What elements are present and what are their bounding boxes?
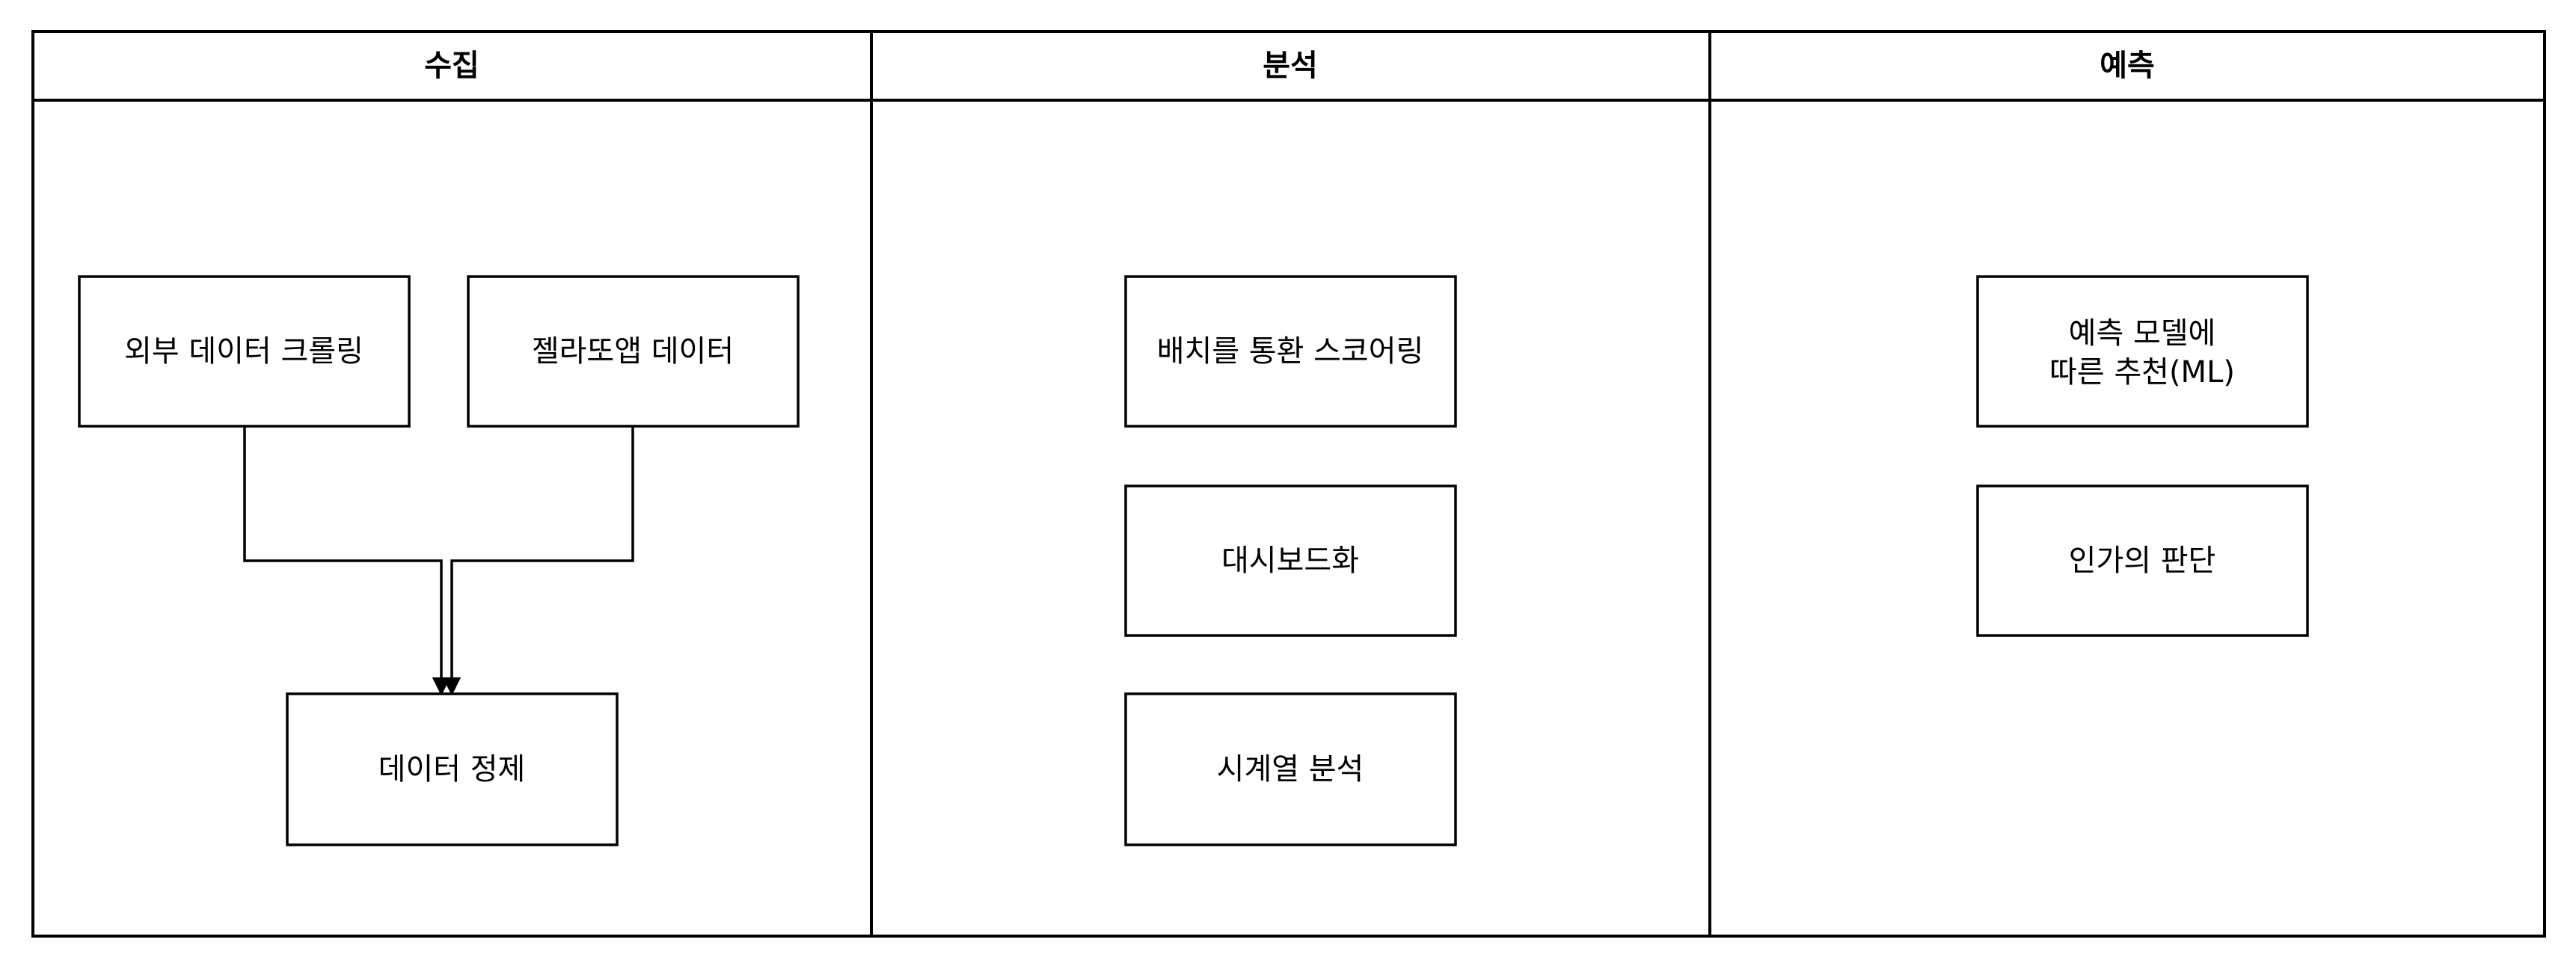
box-zelatoapp-data-label: 젤라또앱 데이터 [532, 334, 734, 369]
box-human-judgment-label: 인가의 판단 [2069, 544, 2216, 578]
box-dashboard-label: 대시보드화 [1221, 544, 1359, 578]
box-time-series[interactable]: 시계열 분석 [1124, 692, 1457, 846]
edge-zelatoapp-to-cleansing [442, 426, 634, 696]
box-ml-recommendation-label-line2: 따른 추천(ML) [2049, 355, 2235, 390]
box-data-cleansing[interactable]: 데이터 정제 [286, 692, 619, 846]
lane-title-collect: 수집 [424, 49, 479, 83]
box-external-crawling[interactable]: 외부 데이터 크롤링 [78, 275, 411, 428]
lane-title-analysis: 분석 [1263, 49, 1318, 83]
box-ml-recommendation[interactable]: 예측 모델에 따른 추천(ML) [1976, 275, 2309, 428]
swimlane-diagram: 수집 분석 예측 외부 데이터 크롤링 젤라또앱 데이터 데이터 정제 배치를 … [31, 30, 2546, 938]
box-zelatoapp-data[interactable]: 젤라또앱 데이터 [467, 275, 800, 428]
box-data-cleansing-label: 데이터 정제 [378, 752, 526, 787]
box-dashboard[interactable]: 대시보드화 [1124, 484, 1457, 637]
box-time-series-label: 시계열 분석 [1217, 752, 1364, 787]
lane-title-prediction: 예측 [2100, 49, 2155, 83]
box-human-judgment[interactable]: 인가의 판단 [1976, 484, 2309, 637]
box-ml-recommendation-label-line1: 예측 모델에 [2069, 316, 2216, 351]
box-batch-scoring-label: 배치를 통환 스코어링 [1157, 334, 1424, 369]
box-external-crawling-label: 외부 데이터 크롤링 [124, 334, 364, 369]
edge-crawling-to-cleansing [243, 426, 451, 696]
box-batch-scoring[interactable]: 배치를 통환 스코어링 [1124, 275, 1457, 428]
